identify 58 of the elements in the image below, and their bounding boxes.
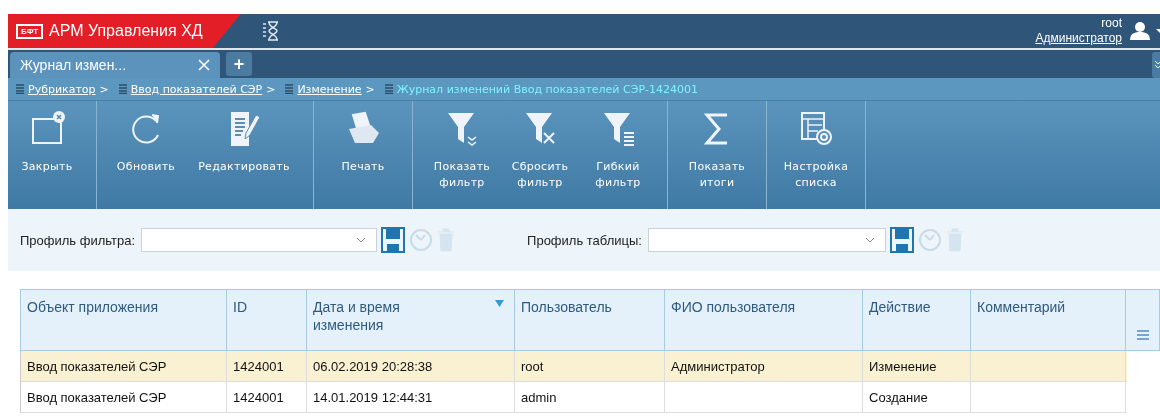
hourglass-icon[interactable] [262, 20, 279, 42]
column-header[interactable]: Дата и время изменения [307, 290, 515, 350]
table-row[interactable]: Ввод показателей СЭР 1424001 14.01.2019 12:44:31 admin Создание [20, 382, 1127, 413]
profile-label: Профиль фильтра: [20, 232, 136, 248]
list-icon [285, 84, 294, 94]
table-cell: Администратор [671, 358, 765, 374]
list-settings-button[interactable]: Настройка списка [777, 101, 855, 209]
user-role[interactable]: Администратор [1035, 31, 1122, 46]
filter-reset-button[interactable]: Сбросить фильтр [501, 101, 579, 209]
logo: БФТ [16, 23, 44, 39]
save-icon[interactable] [381, 227, 406, 253]
breadcrumb-link[interactable]: Ввод показателей СЭР [130, 82, 263, 96]
column-header[interactable]: Пользователь [515, 290, 665, 350]
breadcrumb-link[interactable]: Рубрикатор [28, 82, 96, 96]
user-icon[interactable] [1128, 21, 1152, 41]
close-button[interactable]: Закрыть [8, 101, 86, 209]
breadcrumb-separator: > [266, 82, 276, 96]
caret-icon[interactable] [1156, 27, 1160, 35]
table-cell: 1424001 [233, 358, 284, 374]
table-cell: Создание [869, 389, 928, 405]
breadcrumb-separator: > [99, 82, 109, 96]
filter-show-button[interactable]: Показать фильтр [423, 101, 501, 209]
menu-icon[interactable] [1136, 330, 1149, 340]
chevron-icon[interactable] [1152, 52, 1160, 78]
table-cell: 1424001 [233, 389, 284, 405]
table-row[interactable]: Ввод показателей СЭР 1424001 06.02.2019 20:28:38 root Администратор Изменение [20, 351, 1127, 382]
table-cell: root [521, 358, 544, 374]
sum-button[interactable]: Показать итоги [678, 101, 756, 209]
refresh-button[interactable]: Обновить [107, 101, 185, 209]
profile-label: Профиль таблицы: [527, 232, 642, 248]
filter-flex-button[interactable]: Гибкий фильтр [579, 101, 657, 209]
edit-button[interactable]: Редактировать [185, 101, 303, 209]
breadcrumb-link[interactable]: Изменение [297, 82, 362, 96]
list-icon [16, 84, 24, 94]
close-icon[interactable] [198, 59, 210, 71]
list-icon [384, 84, 393, 94]
table-cell: Изменение [869, 358, 937, 374]
column-header[interactable]: Комментарий [971, 290, 1126, 350]
column-header[interactable]: ID [227, 290, 307, 350]
add-tab-button[interactable]: + [226, 52, 252, 76]
table-cell: Ввод показателей СЭР [27, 389, 167, 405]
table-cell: Ввод показателей СЭР [27, 358, 167, 374]
table-cell: admin [521, 389, 557, 405]
chevron-down-icon[interactable] [356, 237, 367, 243]
column-header[interactable]: ФИО пользователя [665, 290, 863, 350]
print-button[interactable]: Печать [324, 101, 402, 209]
breadcrumb-separator: > [365, 82, 375, 96]
column-header[interactable]: Действие [863, 290, 971, 350]
tab[interactable]: Журнал измен... [10, 52, 220, 78]
table-cell: 06.02.2019 20:28:38 [313, 358, 433, 374]
sort-icon[interactable] [495, 300, 504, 307]
user-name: root [1101, 16, 1122, 31]
column-header[interactable]: Объект приложения [21, 290, 227, 350]
list-icon [118, 84, 127, 94]
app-title: АРМ Управления ХД [49, 22, 203, 40]
save-icon[interactable] [889, 227, 914, 253]
chevron-down-icon[interactable] [864, 237, 875, 243]
table-cell: 14.01.2019 12:44:31 [313, 389, 433, 405]
